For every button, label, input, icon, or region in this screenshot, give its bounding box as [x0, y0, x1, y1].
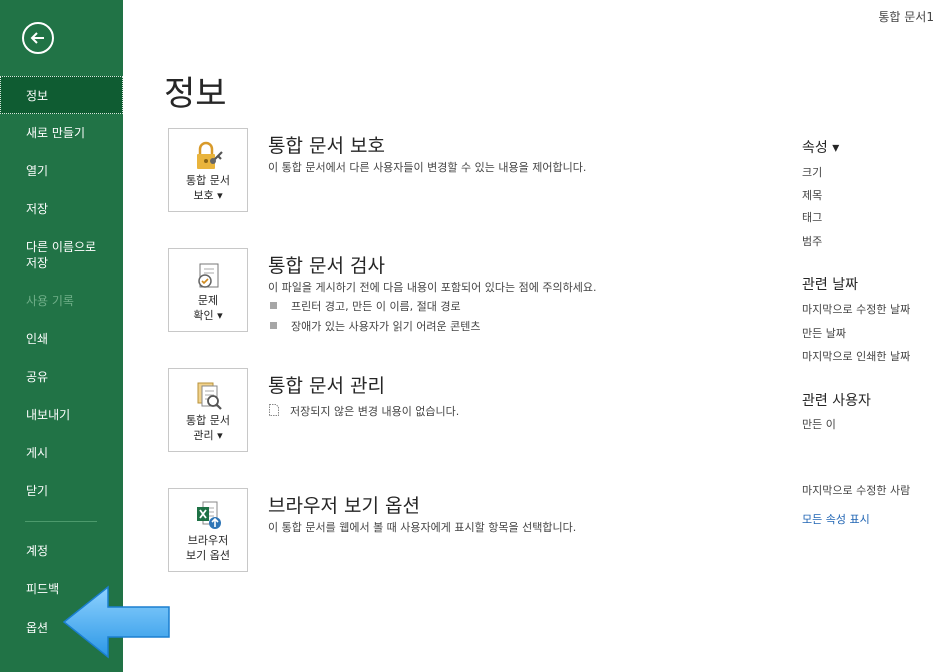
- inspect-document-icon: [169, 259, 247, 293]
- prop-tags: 태그: [802, 211, 823, 224]
- nav-history: 사용 기록: [26, 294, 74, 308]
- nav-save[interactable]: 저장: [0, 201, 123, 217]
- properties-heading[interactable]: 속성 ▾: [802, 137, 839, 157]
- lock-icon: [169, 139, 247, 173]
- nav-info[interactable]: 정보: [0, 76, 123, 114]
- page-title: 정보: [164, 74, 227, 114]
- show-all-properties-link[interactable]: 모든 속성 표시: [802, 511, 870, 527]
- people-author: 만든 이: [802, 418, 836, 431]
- browser-view-options-button[interactable]: 브라우저 보기 옵션: [168, 488, 248, 572]
- nav-export[interactable]: 내보내기: [0, 407, 123, 423]
- manage-title: 통합 문서 관리: [268, 375, 385, 397]
- protect-desc: 이 통합 문서에서 다른 사용자들이 변경할 수 있는 내용을 제어합니다.: [268, 161, 587, 174]
- excel-upload-icon: [169, 499, 247, 533]
- check-issues-label: 문제 확인 ▾: [193, 294, 223, 322]
- inspect-desc: 이 파일을 게시하기 전에 다음 내용이 포함되어 있다는 점에 주의하세요.: [268, 281, 597, 294]
- nav-new[interactable]: 새로 만들기: [0, 125, 123, 141]
- manage-desc: 저장되지 않은 변경 내용이 없습니다.: [290, 405, 460, 418]
- nav-open[interactable]: 열기: [0, 163, 123, 179]
- bullet-square-icon: [270, 302, 277, 309]
- document-icon: [269, 404, 279, 416]
- prop-size: 크기: [802, 166, 823, 179]
- pointer-arrow-icon: [62, 585, 170, 659]
- browser-title: 브라우저 보기 옵션: [268, 495, 420, 517]
- browser-view-options-label: 브라우저 보기 옵션: [186, 534, 230, 562]
- date-last-modified: 마지막으로 수정한 날짜: [802, 303, 911, 316]
- prop-category: 범주: [802, 235, 823, 248]
- prop-title: 제목: [802, 189, 823, 202]
- manage-desc-row: 저장되지 않은 변경 내용이 없습니다.: [268, 403, 459, 419]
- manage-workbook-button[interactable]: 통합 문서 관리 ▾: [168, 368, 248, 452]
- inspect-bullet-2-text: 장애가 있는 사용자가 읽기 어려운 콘텐츠: [291, 320, 481, 333]
- nav-close[interactable]: 닫기: [0, 483, 123, 499]
- document-title: 통합 문서1: [878, 10, 934, 24]
- date-created: 만든 날짜: [802, 327, 846, 340]
- inspect-title: 통합 문서 검사: [268, 255, 385, 277]
- back-arrow-icon: [30, 32, 44, 44]
- browser-desc: 이 통합 문서를 웹에서 볼 때 사용자에게 표시할 항목을 선택합니다.: [268, 521, 577, 534]
- protect-workbook-label: 통합 문서 보호 ▾: [186, 174, 230, 202]
- manage-workbook-label: 통합 문서 관리 ▾: [186, 414, 230, 442]
- related-people-heading: 관련 사용자: [802, 393, 871, 409]
- protect-title: 통합 문서 보호: [268, 135, 385, 157]
- nav-account[interactable]: 계정: [0, 543, 123, 559]
- protect-workbook-button[interactable]: 통합 문서 보호 ▾: [168, 128, 248, 212]
- inspect-bullet-1: 프린터 경고, 만든 이 이름, 절대 경로: [270, 298, 461, 314]
- back-button[interactable]: [22, 22, 54, 54]
- related-dates-heading: 관련 날짜: [802, 277, 858, 293]
- sidebar-divider: [25, 521, 97, 522]
- nav-save-as[interactable]: 다른 이름으로 저장: [0, 239, 123, 271]
- last-modified-by: 마지막으로 수정한 사람: [802, 484, 911, 497]
- inspect-bullet-1-text: 프린터 경고, 만든 이 이름, 절대 경로: [291, 300, 461, 313]
- manage-workbook-icon: [169, 379, 247, 413]
- nav-publish[interactable]: 게시: [0, 445, 123, 461]
- inspect-bullet-2: 장애가 있는 사용자가 읽기 어려운 콘텐츠: [270, 318, 481, 334]
- nav-share[interactable]: 공유: [0, 369, 123, 385]
- check-issues-button[interactable]: 문제 확인 ▾: [168, 248, 248, 332]
- bullet-square-icon: [270, 322, 277, 329]
- date-last-printed: 마지막으로 인쇄한 날짜: [802, 350, 911, 363]
- backstage-sidebar: 정보 새로 만들기 열기 저장 다른 이름으로 저장 사용 기록 인쇄 공유 내…: [0, 0, 123, 672]
- nav-print[interactable]: 인쇄: [0, 331, 123, 347]
